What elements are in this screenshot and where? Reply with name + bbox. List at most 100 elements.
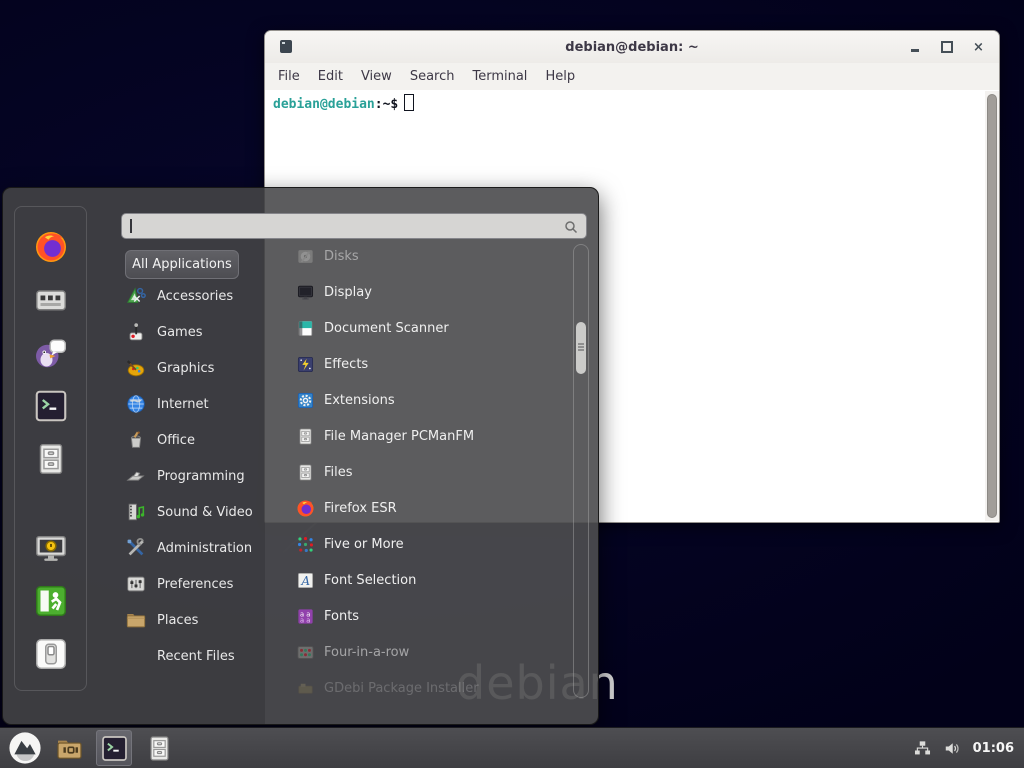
application-menu: All Applications Accessories Games Graph…: [2, 187, 599, 725]
minimize-icon: [911, 49, 919, 52]
menu-view[interactable]: View: [352, 66, 401, 87]
sound-video-icon: [125, 501, 147, 523]
app-label: Four-in-a-row: [324, 645, 409, 660]
app-label: Five or More: [324, 537, 404, 552]
app-item-font-selection[interactable]: A Font Selection: [280, 562, 568, 598]
menu-icon: [8, 731, 42, 765]
app-item-document-scanner[interactable]: Document Scanner: [280, 310, 568, 346]
app-item-files[interactable]: Files: [280, 454, 568, 490]
terminal-scrollbar-thumb[interactable]: [987, 94, 997, 518]
close-button[interactable]: ×: [970, 39, 987, 56]
app-label: Font Selection: [324, 573, 416, 588]
prompt-path: :~$: [375, 97, 398, 112]
lock-screen-icon[interactable]: [33, 530, 69, 566]
app-item-four-in-a-row[interactable]: Four-in-a-row: [280, 634, 568, 670]
category-label: Sound & Video: [157, 505, 253, 520]
category-places[interactable]: Places: [125, 602, 277, 638]
desktop: debian debian@debian: ~ × File Edit View…: [0, 0, 1024, 768]
shutdown-icon[interactable]: [33, 636, 69, 672]
taskbar: 01:06: [0, 727, 1024, 768]
extensions-icon: [296, 391, 315, 410]
search-input[interactable]: [121, 213, 587, 239]
menu-edit[interactable]: Edit: [309, 66, 352, 87]
prompt-user-host: debian@debian: [273, 97, 375, 112]
category-label: Office: [157, 433, 195, 448]
app-label: Effects: [324, 357, 368, 372]
category-all-applications[interactable]: All Applications: [125, 250, 239, 279]
apps-scrollbar-thumb[interactable]: [576, 322, 586, 374]
taskbar-file-browser-button[interactable]: [51, 730, 87, 766]
app-label: File Manager PCManFM: [324, 429, 474, 444]
category-games[interactable]: Games: [125, 314, 277, 350]
volume-icon: [943, 739, 962, 758]
gdebi-icon: [296, 679, 315, 698]
apps-scrollbar[interactable]: [573, 244, 589, 698]
category-label: Programming: [157, 469, 245, 484]
terminal-titlebar[interactable]: debian@debian: ~ ×: [265, 31, 999, 63]
firefox-icon: [296, 499, 315, 518]
display-icon: [296, 283, 315, 302]
app-item-five-or-more[interactable]: Five or More: [280, 526, 568, 562]
app-item-display[interactable]: Display: [280, 274, 568, 310]
category-accessories[interactable]: Accessories: [125, 278, 277, 314]
terminal-icon[interactable]: [33, 388, 69, 424]
category-label: Accessories: [157, 289, 233, 304]
category-label: Recent Files: [157, 649, 235, 664]
category-preferences[interactable]: Preferences: [125, 566, 277, 602]
menu-search[interactable]: Search: [401, 66, 464, 87]
pidgin-icon[interactable]: [33, 335, 69, 371]
favorites-sidebar: [14, 206, 87, 691]
taskbar-terminal-button[interactable]: [96, 730, 132, 766]
file-cabinet-icon[interactable]: [33, 441, 69, 477]
app-item-gdebi-package-installer[interactable]: GDebi Package Installer: [280, 670, 568, 706]
search-icon: [564, 219, 578, 233]
recent-files-icon-placeholder: [125, 645, 147, 667]
category-sound-video[interactable]: Sound & Video: [125, 494, 277, 530]
network-tray-button[interactable]: [913, 739, 932, 758]
taskbar-file-cabinet-button[interactable]: [141, 730, 177, 766]
category-internet[interactable]: Internet: [125, 386, 277, 422]
menu-terminal[interactable]: Terminal: [463, 66, 536, 87]
svg-text:a a: a a: [300, 616, 310, 624]
internet-icon: [125, 393, 147, 415]
terminal-titlebar-icon: [280, 40, 292, 53]
minimize-button[interactable]: [906, 39, 923, 56]
shell-prompt: debian@debian:~$: [273, 94, 414, 112]
logout-icon[interactable]: [33, 583, 69, 619]
menu-button[interactable]: [8, 731, 42, 765]
fonts-icon: a aa a: [296, 607, 315, 626]
app-label: GDebi Package Installer: [324, 681, 479, 696]
menu-file[interactable]: File: [269, 66, 309, 87]
document-scanner-icon: [296, 319, 315, 338]
app-item-file-manager-pcmanfm[interactable]: File Manager PCManFM: [280, 418, 568, 454]
category-label: Preferences: [157, 577, 233, 592]
accessories-icon: [125, 285, 147, 307]
software-manager-icon[interactable]: [33, 282, 69, 318]
app-item-firefox-esr[interactable]: Firefox ESR: [280, 490, 568, 526]
app-label: Document Scanner: [324, 321, 449, 336]
volume-tray-button[interactable]: [943, 739, 962, 758]
taskbar-clock[interactable]: 01:06: [973, 741, 1014, 756]
category-graphics[interactable]: Graphics: [125, 350, 277, 386]
places-icon: [125, 609, 147, 631]
graphics-icon: [125, 357, 147, 379]
app-item-fonts[interactable]: a aa a Fonts: [280, 598, 568, 634]
app-item-disks[interactable]: Disks: [280, 238, 568, 274]
files-icon: [296, 463, 315, 482]
app-item-effects[interactable]: Effects: [280, 346, 568, 382]
category-list: Accessories Games Graphics Internet Offi…: [125, 278, 277, 674]
category-office[interactable]: Office: [125, 422, 277, 458]
app-item-extensions[interactable]: Extensions: [280, 382, 568, 418]
menu-help[interactable]: Help: [536, 66, 584, 87]
file-manager-icon: [296, 427, 315, 446]
firefox-icon[interactable]: [33, 229, 69, 265]
category-administration[interactable]: Administration: [125, 530, 277, 566]
disks-icon: [296, 247, 315, 266]
category-programming[interactable]: Programming: [125, 458, 277, 494]
terminal-scrollbar[interactable]: [985, 91, 999, 521]
category-label: Games: [157, 325, 202, 340]
category-recent-files[interactable]: Recent Files: [125, 638, 277, 674]
maximize-button[interactable]: [938, 39, 955, 56]
terminal-menubar: File Edit View Search Terminal Help: [265, 63, 999, 90]
svg-text:A: A: [301, 573, 311, 587]
